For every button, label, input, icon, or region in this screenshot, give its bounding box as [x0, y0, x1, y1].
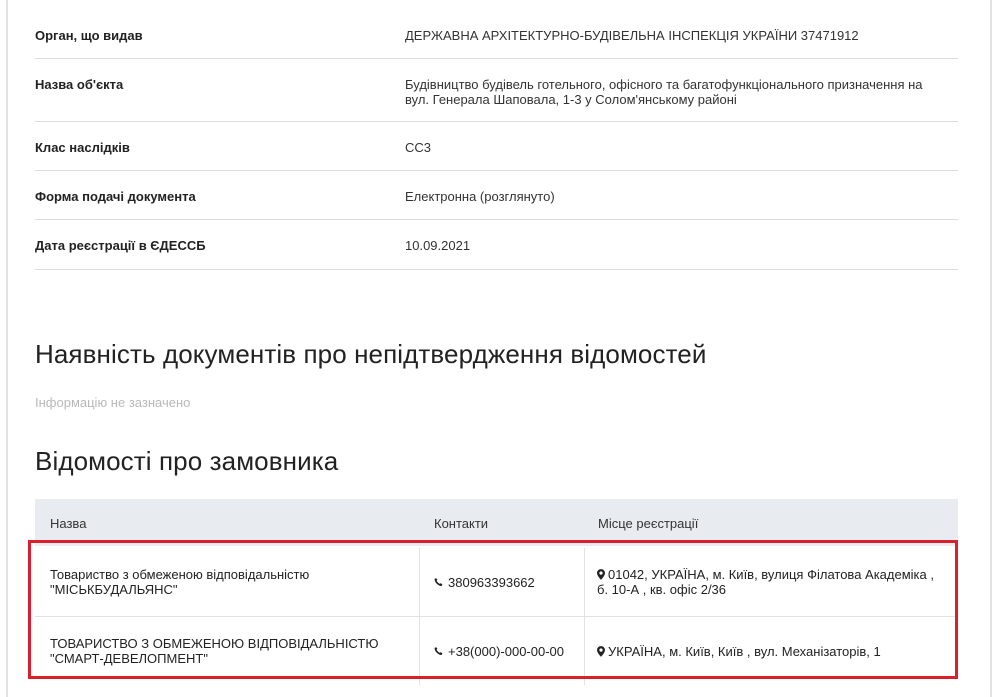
documents-section-title: Наявність документів про непідтвердження… — [35, 339, 707, 369]
phone-icon — [434, 578, 443, 586]
right-frame-border — [990, 0, 992, 697]
detail-label: Назва об'єкта — [35, 77, 124, 92]
detail-row-consequence-class: Клас наслідків СС3 — [35, 121, 958, 171]
documents-empty-note: Інформацію не зазначено — [35, 395, 191, 410]
cell-contacts: 380963393662 — [420, 548, 585, 616]
detail-row-registration-date: Дата реєстрації в ЄДЕССБ 10.09.2021 — [35, 219, 958, 270]
company-name-line: ТОВАРИСТВО З ОБМЕЖЕНОЮ ВІДПОВІДАЛЬНІСТЮ — [50, 636, 379, 651]
detail-label: Форма подачі документа — [35, 189, 196, 204]
detail-value-line: Будівництво будівель готельного, офісног… — [405, 77, 923, 92]
cell-name: ТОВАРИСТВО З ОБМЕЖЕНОЮ ВІДПОВІДАЛЬНІСТЮ … — [35, 617, 420, 685]
column-header-name: Назва — [50, 516, 87, 531]
detail-value: ДЕРЖАВНА АРХІТЕКТУРНО-БУДІВЕЛЬНА ІНСПЕКЦ… — [405, 28, 859, 43]
left-frame-border — [6, 0, 8, 697]
column-header-contacts: Контакти — [434, 516, 489, 531]
phone-number: 380963393662 — [448, 574, 535, 590]
phone-number: +38(000)-000-00-00 — [448, 643, 564, 659]
address-line: УКРАЇНА, м. Київ, Київ , вул. Механізато… — [608, 643, 881, 659]
detail-value: Будівництво будівель готельного, офісног… — [405, 77, 957, 107]
address-line: б. 10-А , кв. офіс 2/36 — [597, 582, 727, 597]
column-header-registration: Місце реєстрації — [598, 516, 699, 531]
phone-icon — [434, 647, 443, 655]
cell-name: Товариство з обмеженою відповідальністю … — [35, 548, 420, 616]
customer-section-title: Відомості про замовника — [35, 446, 339, 476]
detail-value-line: вул. Генерала Шаповала, 1-3 у Солом'янсь… — [405, 92, 737, 107]
table-header: Назва Контакти Місце реєстрації — [35, 499, 958, 546]
cell-contacts: +38(000)-000-00-00 — [420, 617, 585, 685]
detail-row-submission-form: Форма подачі документа Електронна (розгл… — [35, 170, 958, 220]
map-marker-icon — [597, 645, 605, 657]
detail-label: Орган, що видав — [35, 28, 143, 43]
detail-value: СС3 — [405, 140, 432, 155]
address-line: 01042, УКРАЇНА, м. Київ, вулиця Філатова… — [608, 567, 934, 582]
cell-registration: УКРАЇНА, м. Київ, Київ , вул. Механізато… — [585, 617, 958, 685]
detail-label: Клас наслідків — [35, 140, 130, 155]
cell-registration: 01042, УКРАЇНА, м. Київ, вулиця Філатова… — [585, 548, 958, 616]
company-name-line: "СМАРТ-ДЕВЕЛОПМЕНТ" — [50, 651, 208, 666]
table-row: Товариство з обмеженою відповідальністю … — [35, 548, 958, 616]
detail-value: 10.09.2021 — [405, 238, 471, 253]
company-name-line: Товариство з обмеженою відповідальністю — [50, 567, 310, 582]
detail-row-object-name: Назва об'єкта Будівництво будівель готел… — [35, 58, 958, 122]
detail-value: Електронна (розглянуто) — [405, 189, 555, 204]
detail-label: Дата реєстрації в ЄДЕССБ — [35, 238, 206, 253]
table-row: ТОВАРИСТВО З ОБМЕЖЕНОЮ ВІДПОВІДАЛЬНІСТЮ … — [35, 617, 958, 685]
map-marker-icon — [597, 569, 605, 580]
detail-row-issuer: Орган, що видав ДЕРЖАВНА АРХІТЕКТУРНО-БУ… — [35, 10, 958, 59]
company-name-line: "МІСЬКБУДАЛЬЯНС" — [50, 582, 178, 597]
